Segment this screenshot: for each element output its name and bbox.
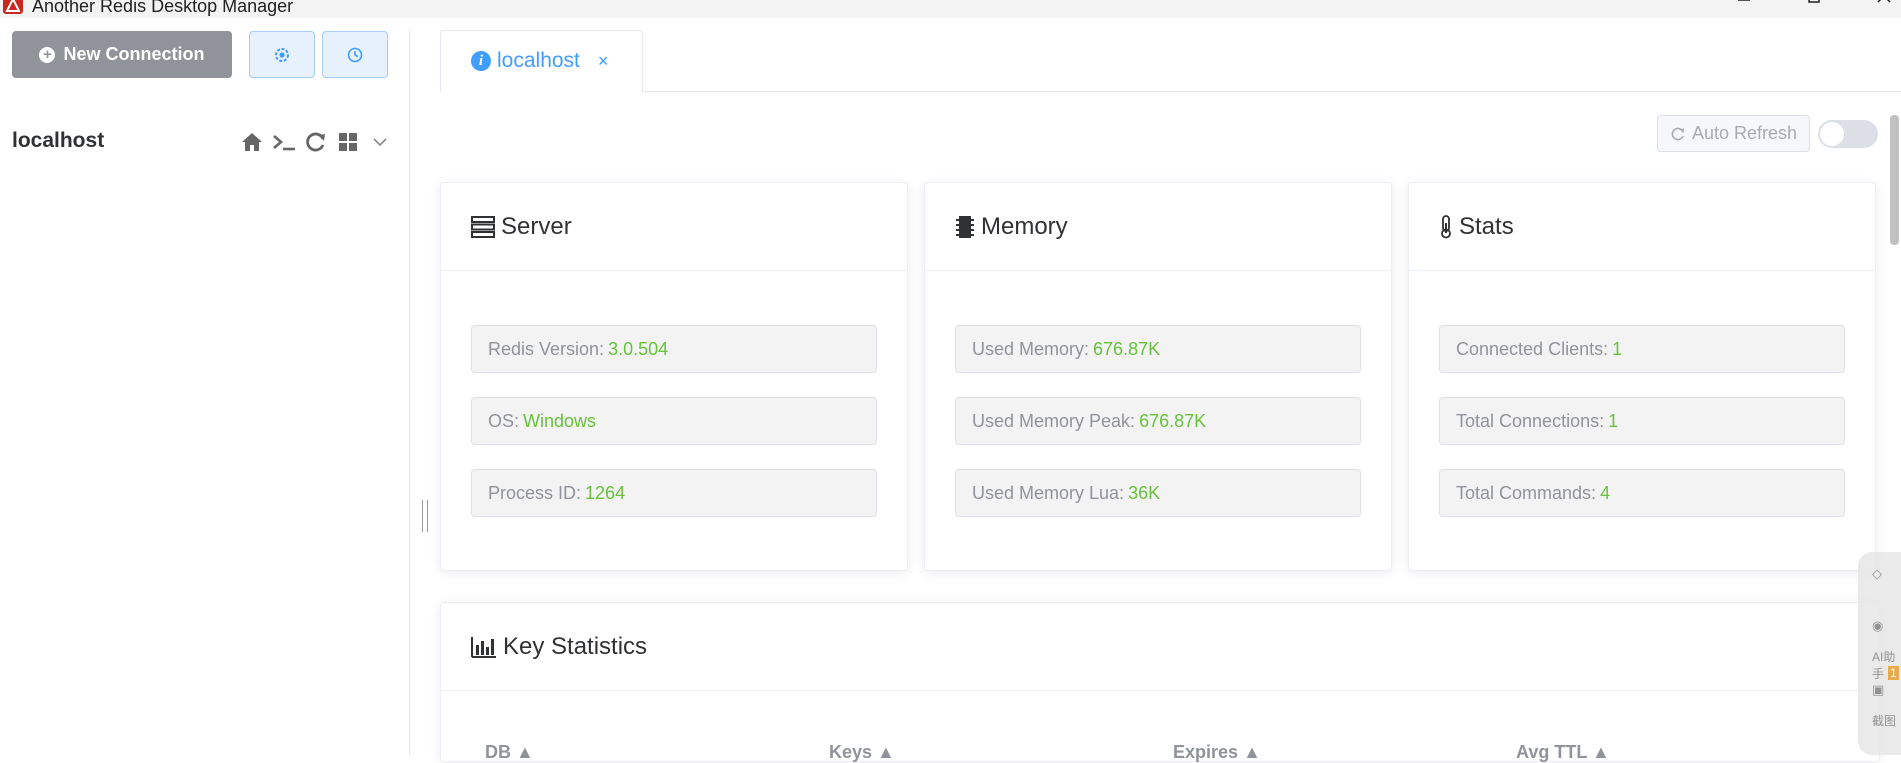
stats-card-header: Stats [1409,183,1875,271]
used-memory-lua-field: Used Memory Lua: 36K [955,469,1361,517]
badge: 1 [1888,666,1899,680]
field-value: 676.87K [1139,410,1207,431]
floating-assistant-widget[interactable]: ◇ ◉ AI助手 1 ▣ 截图 [1858,552,1901,755]
app-logo-icon [3,0,23,14]
server-title: Server [501,212,572,240]
terminal-icon[interactable] [272,130,296,154]
sort-icon: ▲ [877,742,895,762]
tab-localhost[interactable]: i localhost × [440,30,643,92]
memory-card-header: Memory [925,183,1391,271]
sort-icon: ▲ [1243,742,1261,762]
stats-title: Stats [1459,212,1514,240]
shield-icon: ◇ [1872,566,1882,581]
key-statistics-header: Key Statistics [441,603,1879,691]
clock-icon [347,47,363,62]
field-value: 676.87K [1093,338,1161,359]
new-connection-label: New Connection [63,44,205,64]
column-header-avg-ttl[interactable]: Avg TTL ▲ [1516,742,1610,763]
tab-bar: i localhost × [440,30,1901,92]
stats-card: Stats Connected Clients: 1 Total Connecti… [1408,182,1876,571]
refresh-icon [1671,127,1684,140]
column-label: DB [485,742,511,762]
field-label: Connected Clients: [1456,338,1609,359]
restore-icon[interactable] [1802,0,1826,10]
column-label: Avg TTL [1516,742,1587,762]
field-value: 3.0.504 [608,338,669,359]
thermometer-icon [1441,214,1451,238]
connection-actions [240,130,392,154]
process-id-field: Process ID: 1264 [471,469,877,517]
auto-refresh-label: Auto Refresh [1691,123,1798,143]
connected-clients-field: Connected Clients: 1 [1439,325,1845,373]
memory-chip-icon [956,215,974,238]
title-bar: Another Redis Desktop Manager [0,0,1901,18]
window-title: Another Redis Desktop Manager [32,0,294,16]
history-button[interactable] [322,31,388,78]
ai-assistant-icon: ◉ [1872,618,1884,633]
field-label: Used Memory Peak: [972,410,1136,431]
server-card: Server Redis Version: 3.0.504 OS: Windows … [440,182,908,571]
redis-version-field: Redis Version: 3.0.504 [471,325,877,373]
sort-icon: ▲ [1592,742,1610,762]
auto-refresh-switch[interactable] [1818,120,1878,148]
column-label: Expires [1173,742,1239,762]
field-label: Total Commands: [1456,482,1597,503]
grid-icon[interactable] [336,130,360,154]
home-icon[interactable] [240,130,264,154]
used-memory-field: Used Memory: 676.87K [955,325,1361,373]
tab-label: localhost [497,49,580,72]
auto-refresh-button[interactable]: Auto Refresh [1657,115,1810,152]
total-commands-field: Total Commands: 4 [1439,469,1845,517]
screenshot-label: 截图 [1872,714,1897,728]
field-value: 1264 [585,482,626,503]
field-label: Used Memory: [972,338,1090,359]
field-label: Total Connections: [1456,410,1605,431]
column-header-db[interactable]: DB ▲ [485,742,534,763]
column-header-expires[interactable]: Expires ▲ [1173,742,1261,763]
close-tab-icon[interactable]: × [598,51,609,72]
chevron-down-icon[interactable] [368,130,392,154]
server-card-header: Server [441,183,907,271]
add-circle-icon: + [39,46,56,63]
gear-icon [275,47,289,62]
new-connection-button[interactable]: + New Connection [12,31,232,78]
field-label: Redis Version: [488,338,605,359]
server-icon [471,215,495,238]
column-label: Keys [829,742,873,762]
field-label: Process ID: [488,482,582,503]
field-label: Used Memory Lua: [972,482,1125,503]
settings-button[interactable] [249,31,315,78]
field-value: 1 [1612,338,1623,359]
refresh-icon[interactable] [304,130,328,154]
used-memory-peak-field: Used Memory Peak: 676.87K [955,397,1361,445]
memory-title: Memory [981,212,1068,240]
bar-chart-icon [471,636,496,658]
column-header-keys[interactable]: Keys ▲ [829,742,895,763]
info-icon: i [471,51,491,71]
total-connections-field: Total Connections: 1 [1439,397,1845,445]
switch-knob [1820,122,1844,146]
camera-icon: ▣ [1872,682,1885,697]
memory-card: Memory Used Memory: 676.87K Used Memory P… [924,182,1392,571]
sort-icon: ▲ [516,742,534,762]
connection-item-localhost[interactable]: localhost [12,127,392,157]
main-scrollbar[interactable] [1890,115,1899,245]
field-value: 4 [1600,482,1611,503]
field-value: 1 [1608,410,1619,431]
minimize-icon[interactable] [1732,0,1756,10]
key-statistics-card: Key Statistics [440,602,1880,762]
connection-name: localhost [12,129,105,152]
field-value: Windows [523,410,597,431]
close-window-icon[interactable] [1872,0,1896,10]
field-value: 36K [1128,482,1161,503]
os-field: OS: Windows [471,397,877,445]
sidebar-divider [409,30,410,755]
key-statistics-title: Key Statistics [503,632,648,660]
resize-handle[interactable] [422,500,428,532]
field-label: OS: [488,410,520,431]
